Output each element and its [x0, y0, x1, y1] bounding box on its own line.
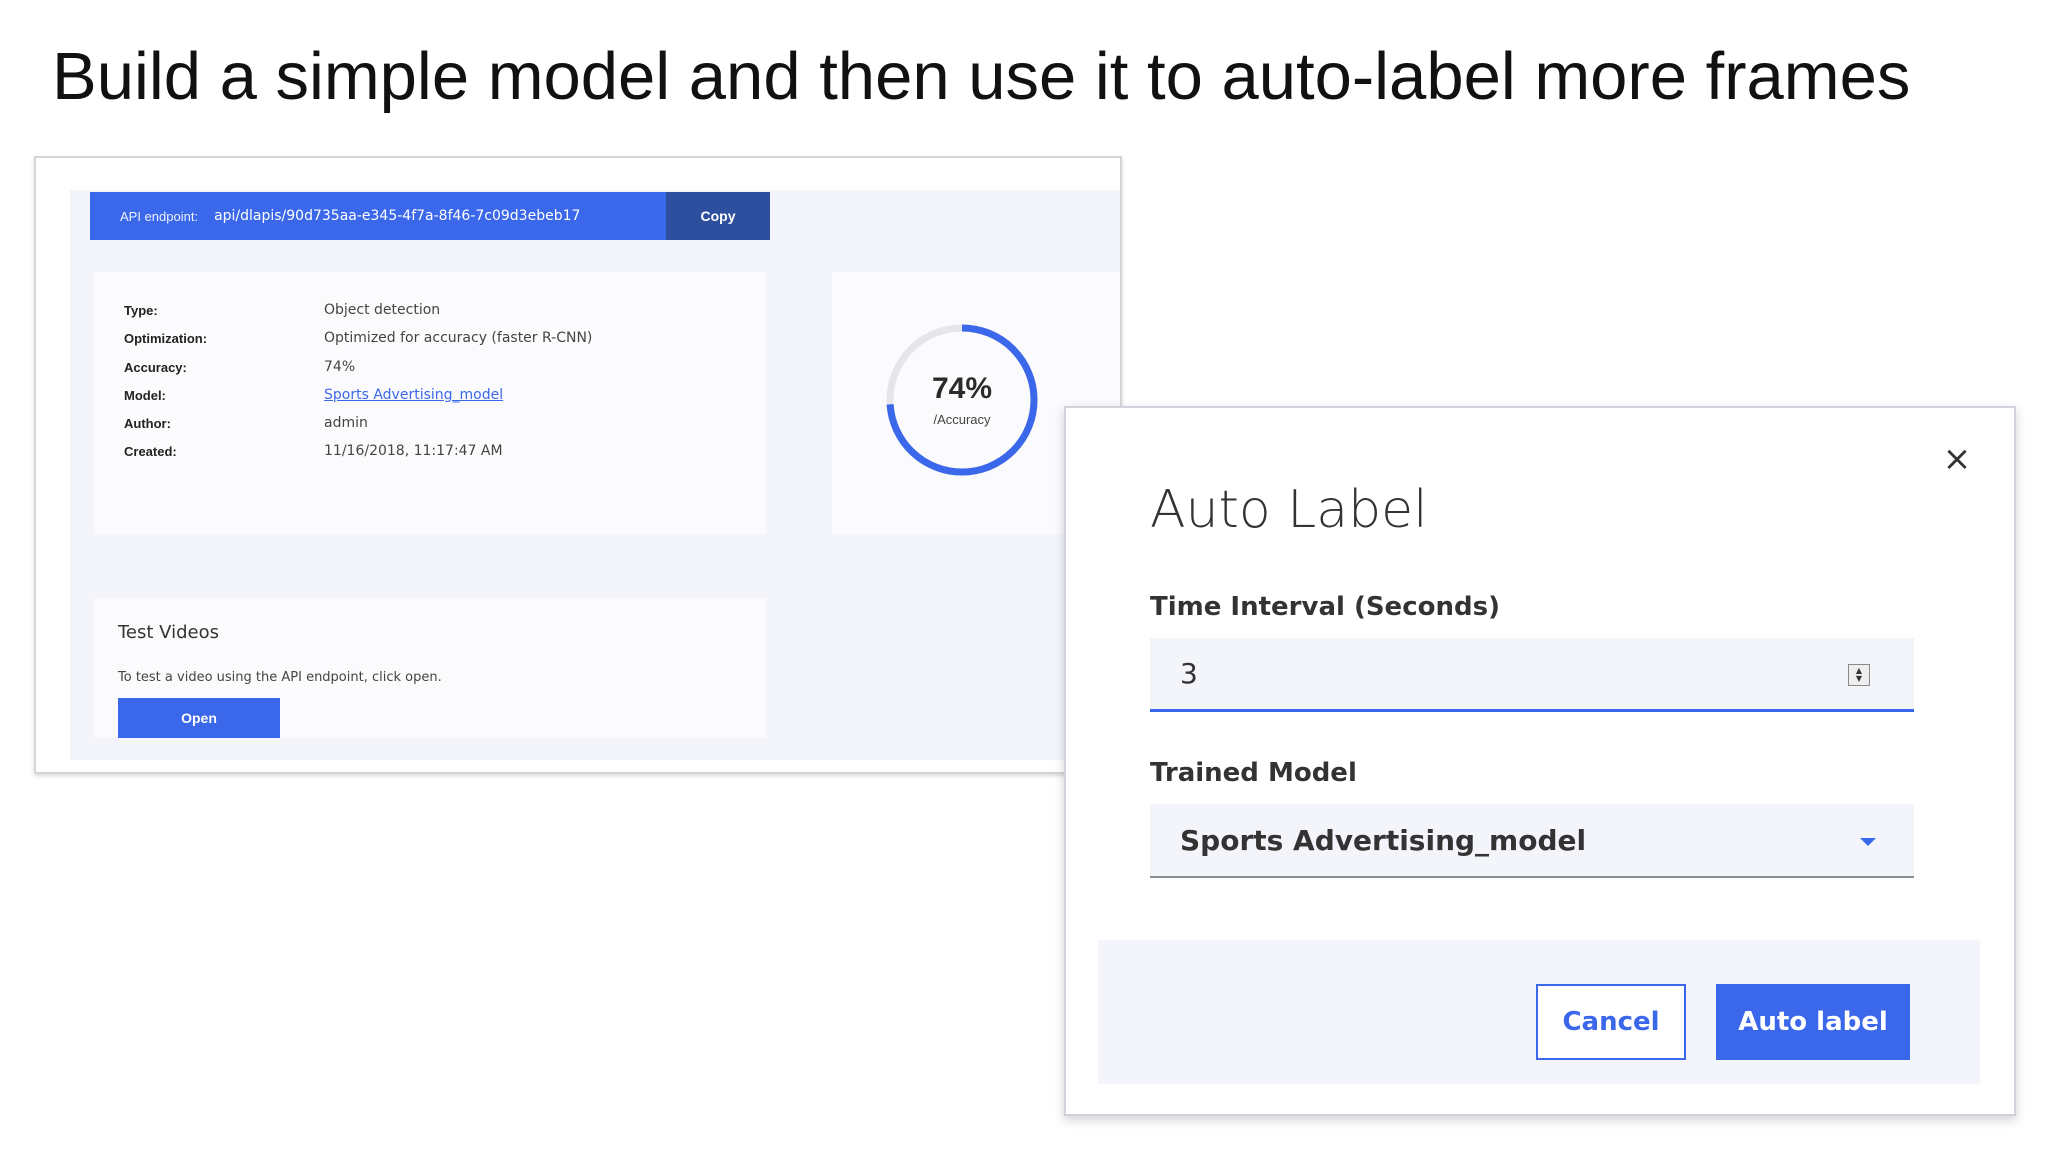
accuracy-value: 74%: [931, 372, 993, 405]
detail-key: Accuracy:: [124, 359, 187, 375]
model-link[interactable]: Sports Advertising_model: [324, 387, 503, 403]
detail-row-author: Author: admin: [124, 413, 368, 433]
detail-key: Author:: [124, 415, 171, 431]
detail-value: 11/16/2018, 11:17:47 AM: [324, 443, 503, 459]
detail-value: Object detection: [324, 302, 441, 318]
detail-key: Optimization:: [124, 330, 208, 346]
api-endpoint-label: API endpoint:: [120, 208, 199, 224]
detail-key: Type:: [124, 302, 158, 318]
model-details-card: Type: Object detection Optimization: Opt…: [94, 272, 766, 534]
cancel-button[interactable]: Cancel: [1536, 984, 1686, 1060]
time-interval-input[interactable]: 3 ▲ ▼: [1150, 638, 1914, 712]
detail-row-created: Created: 11/16/2018, 11:17:47 AM: [124, 441, 503, 461]
test-videos-card: Test Videos To test a video using the AP…: [94, 598, 766, 738]
slide-title: Build a simple model and then use it to …: [52, 39, 1911, 114]
detail-row-accuracy: Accuracy: 74%: [124, 357, 355, 377]
trained-model-label: Trained Model: [1150, 758, 1357, 788]
trained-model-value: Sports Advertising_model: [1180, 823, 1587, 857]
time-interval-label: Time Interval (Seconds): [1150, 592, 1500, 622]
dialog-title: Auto Label: [1150, 480, 1428, 540]
number-stepper[interactable]: ▲ ▼: [1848, 664, 1870, 686]
detail-key: Created:: [124, 443, 177, 459]
detail-value: Optimized for accuracy (faster R-CNN): [324, 330, 593, 346]
api-endpoint-bar: API endpoint: api/dlapis/90d735aa-e345-4…: [90, 192, 770, 240]
copy-button[interactable]: Copy: [666, 192, 770, 240]
close-icon[interactable]: ×: [1942, 442, 1972, 476]
chevron-down-icon[interactable]: [1860, 838, 1876, 846]
auto-label-dialog: × Auto Label Time Interval (Seconds) 3 ▲…: [1064, 406, 2016, 1116]
open-button[interactable]: Open: [118, 698, 280, 738]
detail-row-type: Type: Object detection: [124, 300, 440, 320]
stepper-down-icon[interactable]: ▼: [1856, 675, 1862, 683]
time-interval-value: 3: [1180, 657, 1198, 690]
test-videos-title: Test Videos: [118, 622, 219, 643]
detail-row-optimization: Optimization: Optimized for accuracy (fa…: [124, 328, 592, 348]
api-endpoint-value[interactable]: api/dlapis/90d735aa-e345-4f7a-8f46-7c09d…: [198, 208, 580, 224]
detail-value: 74%: [324, 359, 356, 375]
detail-value: admin: [324, 415, 368, 431]
dialog-footer: Cancel Auto label: [1098, 940, 1980, 1084]
detail-row-model: Model: Sports Advertising_model: [124, 385, 503, 405]
detail-key: Model:: [124, 387, 166, 403]
model-details-screenshot: API endpoint: api/dlapis/90d735aa-e345-4…: [34, 156, 1122, 774]
auto-label-button[interactable]: Auto label: [1716, 984, 1910, 1060]
accuracy-caption: /Accuracy: [933, 412, 991, 427]
test-videos-description: To test a video using the API endpoint, …: [118, 670, 442, 685]
trained-model-select[interactable]: Sports Advertising_model: [1150, 804, 1914, 878]
